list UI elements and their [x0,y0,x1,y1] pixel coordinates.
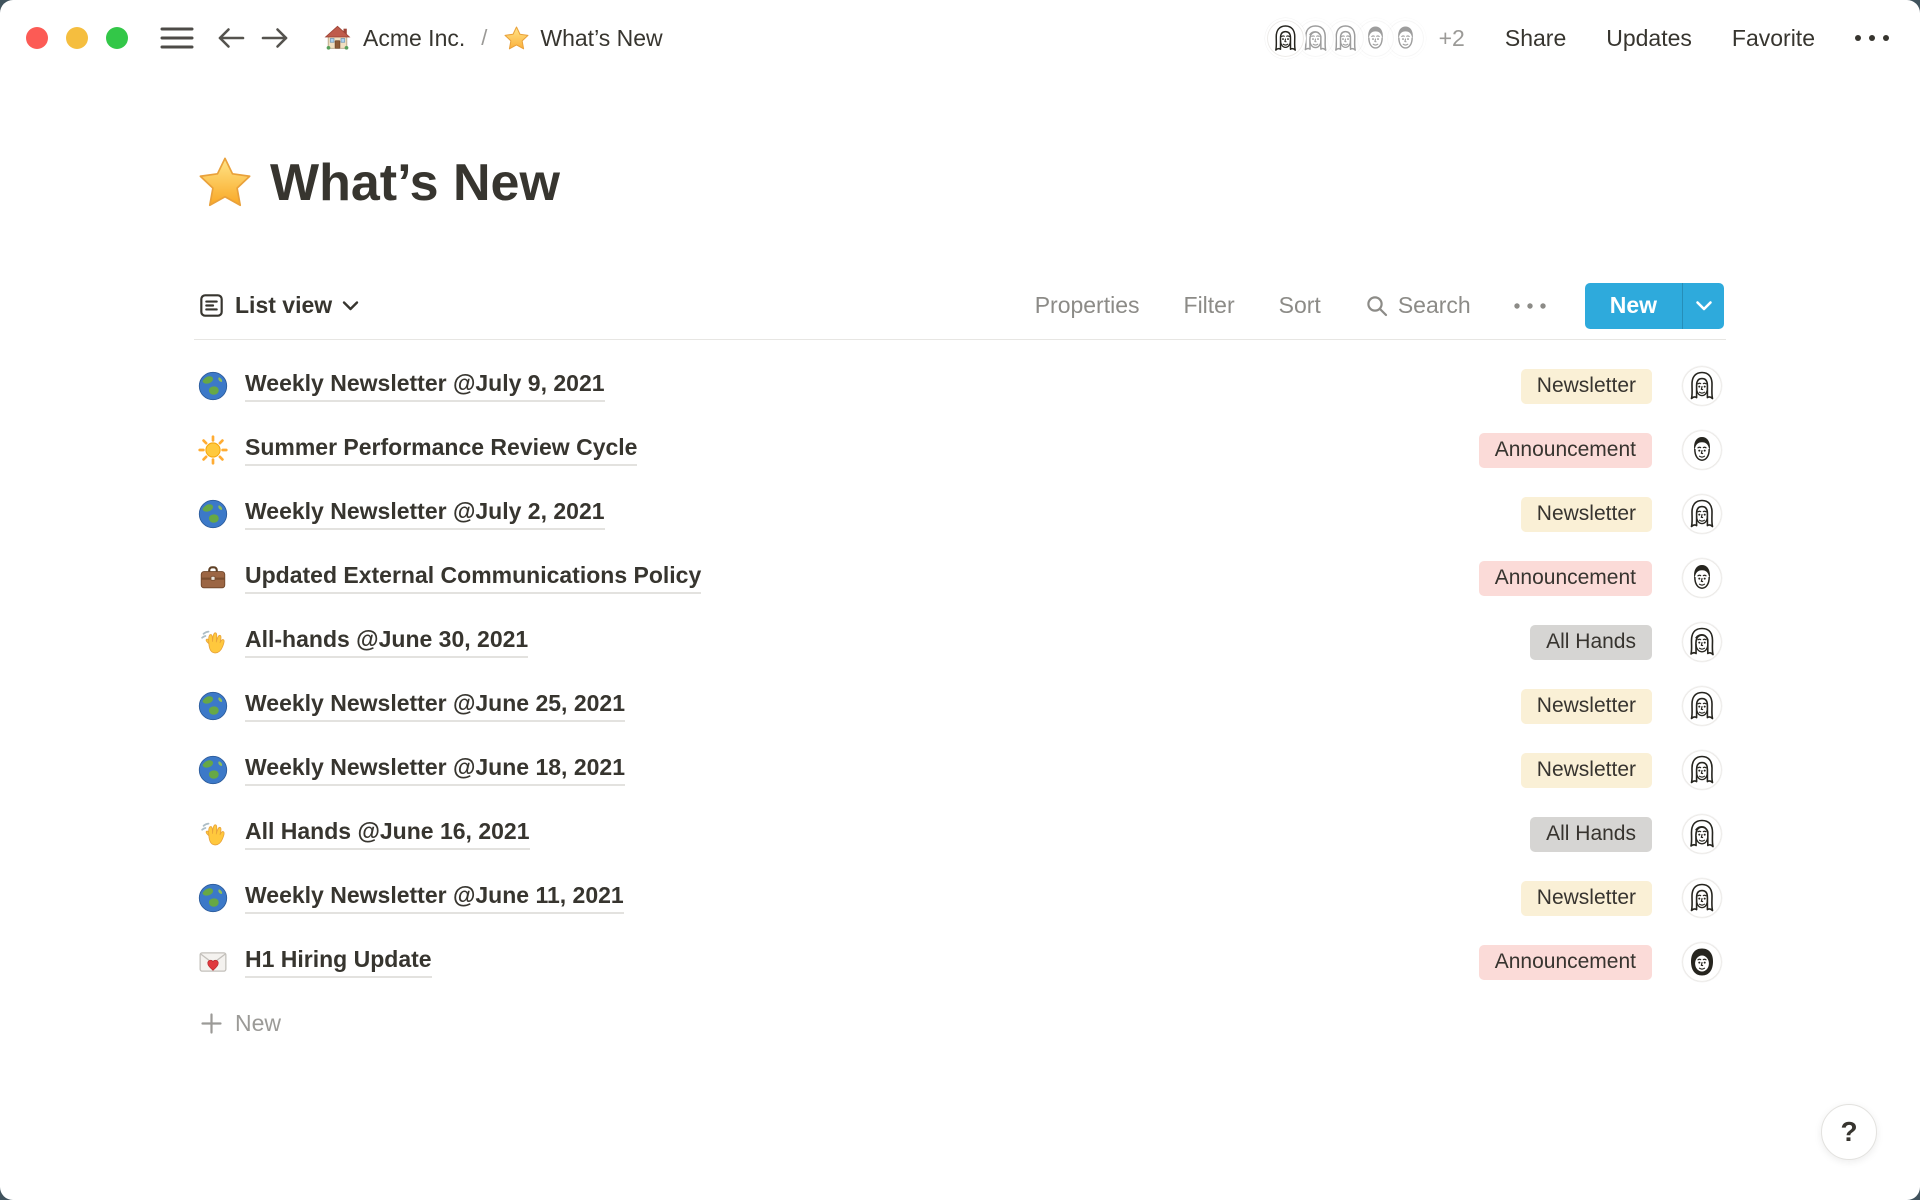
notion-window: Acme Inc. / What’s New +2 Share Updates … [0,0,1920,1200]
toolbar-more-icon[interactable] [1511,301,1549,311]
row-title[interactable]: All-hands @June 30, 2021 [245,626,528,658]
more-options-icon[interactable] [1851,32,1893,44]
sidebar-menu-icon[interactable] [160,25,194,51]
view-switcher[interactable]: List view [198,292,359,319]
page-star-icon[interactable] [196,154,254,212]
tag-badge: Announcement [1479,561,1652,596]
table-row[interactable]: Updated External Communications Policy An… [194,546,1726,610]
avatar [1682,750,1722,790]
sort-button[interactable]: Sort [1279,292,1321,319]
search-icon [1365,294,1389,318]
breadcrumb: Acme Inc. / What’s New [322,23,663,54]
row-title[interactable]: All Hands @June 16, 2021 [245,818,530,850]
star-icon [503,25,530,52]
breadcrumb-workspace-label: Acme Inc. [363,25,465,52]
house-icon [322,23,353,54]
table-row[interactable]: All-hands @June 30, 2021 All Hands [194,610,1726,674]
briefcase-icon [198,563,232,593]
tag-badge: Newsletter [1521,881,1652,916]
row-title[interactable]: H1 Hiring Update [245,946,432,978]
properties-button[interactable]: Properties [1035,292,1140,319]
database-toolbar: List view Properties Filter Sort Search … [194,272,1726,340]
table-row[interactable]: Weekly Newsletter @June 25, 2021 Newslett… [194,674,1726,738]
globe-icon [198,883,232,913]
row-title[interactable]: Weekly Newsletter @June 11, 2021 [245,882,624,914]
globe-icon [198,691,232,721]
tag-badge: Newsletter [1521,497,1652,532]
row-title[interactable]: Updated External Communications Policy [245,562,701,594]
avatar [1682,878,1722,918]
table-row[interactable]: Weekly Newsletter @July 9, 2021 Newslette… [194,354,1726,418]
row-title[interactable]: Weekly Newsletter @July 9, 2021 [245,370,605,402]
new-button[interactable]: New [1585,283,1724,329]
table-row[interactable]: Summer Performance Review Cycle Announcem… [194,418,1726,482]
avatar [1682,494,1722,534]
new-button-label[interactable]: New [1585,283,1682,329]
avatar [1682,430,1722,470]
table-row[interactable]: Weekly Newsletter @June 11, 2021 Newslett… [194,866,1726,930]
tag-badge: Announcement [1479,945,1652,980]
search-label: Search [1398,292,1471,319]
table-row[interactable]: Weekly Newsletter @June 18, 2021 Newslett… [194,738,1726,802]
new-button-dropdown[interactable] [1682,283,1724,329]
member-avatar-stack[interactable] [1265,18,1426,59]
help-button[interactable]: ? [1821,1104,1877,1160]
avatar[interactable] [1265,18,1306,59]
avatar-overflow-count: +2 [1439,25,1465,52]
avatar [1682,686,1722,726]
page-header: What’s New [194,150,1726,216]
breadcrumb-page-label: What’s New [540,25,662,52]
minimize-window-button[interactable] [66,27,88,49]
breadcrumb-workspace[interactable]: Acme Inc. [322,23,465,54]
row-title[interactable]: Weekly Newsletter @June 18, 2021 [245,754,625,786]
close-window-button[interactable] [26,27,48,49]
avatar [1682,558,1722,598]
table-row[interactable]: Weekly Newsletter @July 2, 2021 Newslette… [194,482,1726,546]
globe-icon [198,499,232,529]
tag-badge: All Hands [1530,625,1652,660]
globe-icon [198,371,232,401]
share-button[interactable]: Share [1505,25,1566,52]
avatar [1682,814,1722,854]
row-title[interactable]: Weekly Newsletter @July 2, 2021 [245,498,605,530]
traffic-lights [26,27,128,49]
view-switcher-label: List view [235,292,332,319]
tag-badge: Newsletter [1521,689,1652,724]
row-title[interactable]: Weekly Newsletter @June 25, 2021 [245,690,625,722]
add-new-row-button[interactable]: New [194,994,1726,1052]
sun-icon [198,435,232,465]
database-list: Weekly Newsletter @July 9, 2021 Newslette… [194,340,1726,994]
tag-badge: Newsletter [1521,753,1652,788]
globe-icon [198,755,232,785]
add-new-row-label: New [235,1010,281,1037]
favorite-button[interactable]: Favorite [1732,25,1815,52]
avatar [1682,942,1722,982]
list-view-icon [198,292,225,319]
love-letter-icon [198,947,232,977]
plus-icon [200,1012,223,1035]
page-title[interactable]: What’s New [270,150,560,216]
breadcrumb-separator: / [481,25,487,51]
window-titlebar: Acme Inc. / What’s New +2 Share Updates … [0,0,1920,76]
forward-button[interactable] [260,25,290,51]
avatar [1682,366,1722,406]
wave-icon [198,819,232,850]
avatar [1682,622,1722,662]
breadcrumb-page[interactable]: What’s New [503,25,662,52]
updates-button[interactable]: Updates [1606,25,1692,52]
row-title[interactable]: Summer Performance Review Cycle [245,434,637,466]
zoom-window-button[interactable] [106,27,128,49]
table-row[interactable]: H1 Hiring Update Announcement [194,930,1726,994]
tag-badge: All Hands [1530,817,1652,852]
filter-button[interactable]: Filter [1184,292,1235,319]
wave-icon [198,627,232,658]
search-button[interactable]: Search [1365,292,1471,319]
table-row[interactable]: All Hands @June 16, 2021 All Hands [194,802,1726,866]
chevron-down-icon [342,300,359,312]
tag-badge: Announcement [1479,433,1652,468]
tag-badge: Newsletter [1521,369,1652,404]
back-button[interactable] [216,25,246,51]
